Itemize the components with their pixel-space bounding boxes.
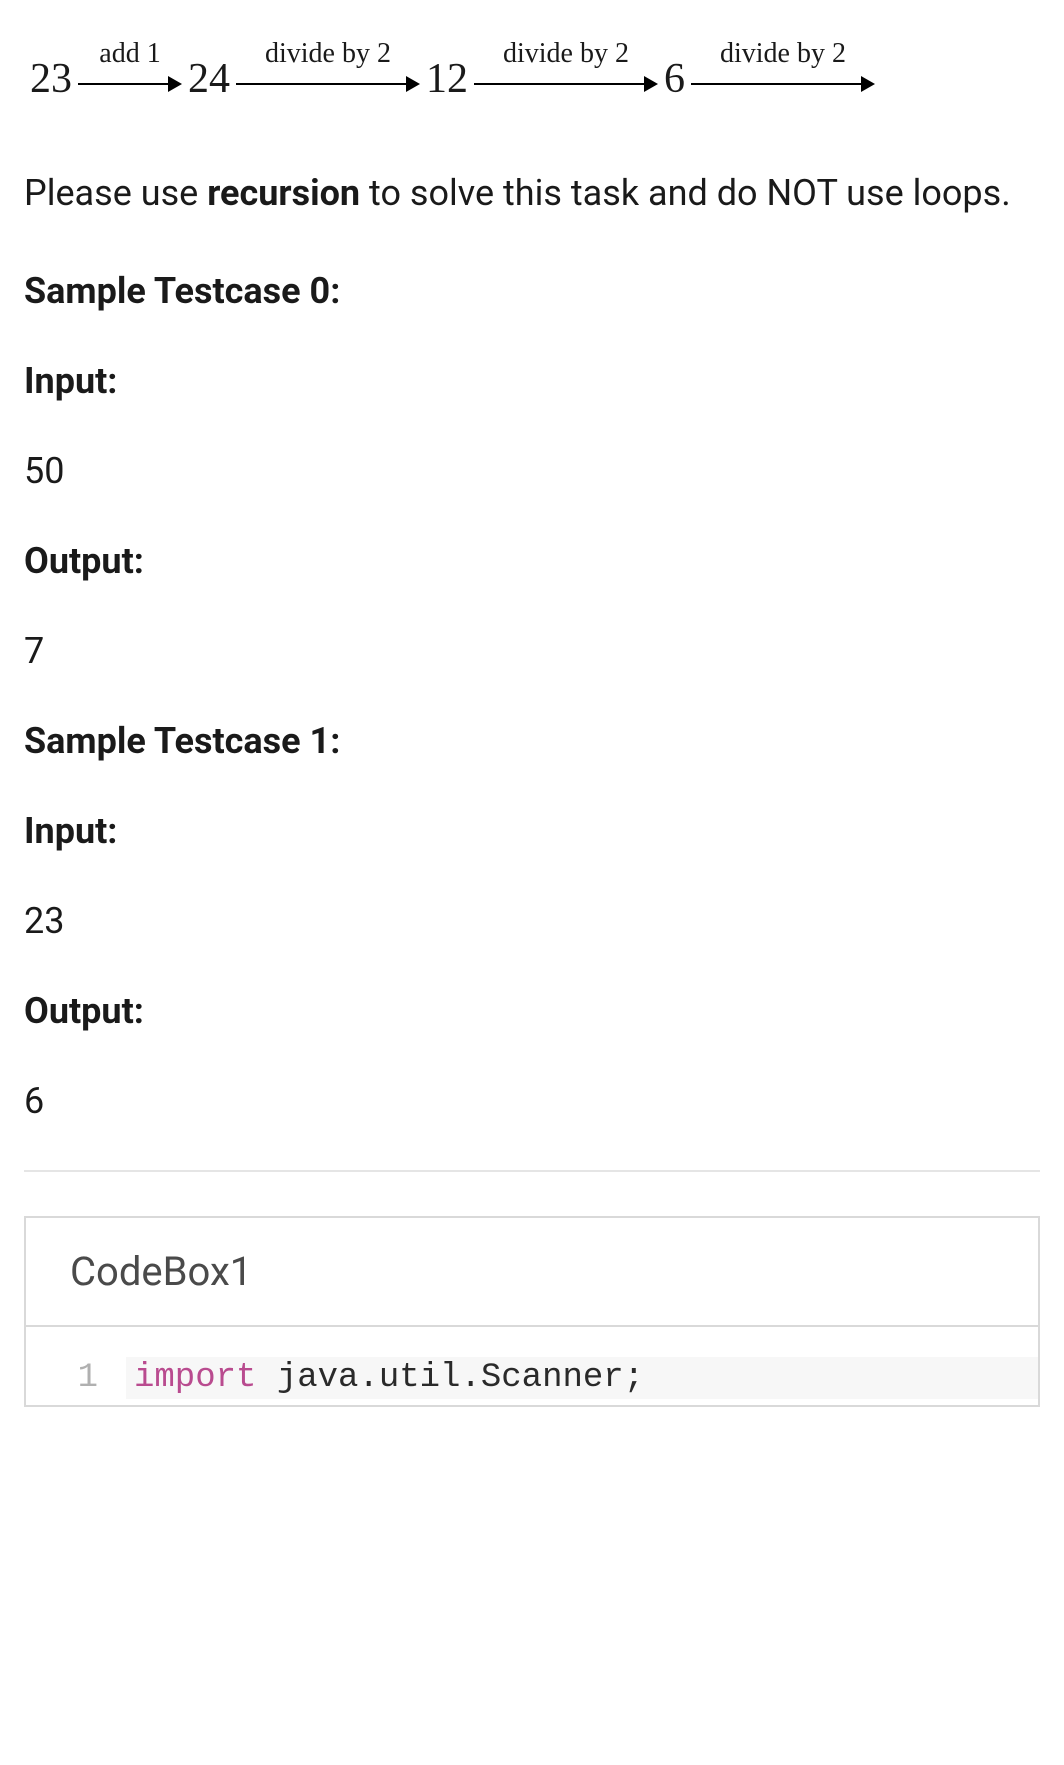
input-value: 50 [24,450,1040,492]
arrow-icon [474,74,658,94]
testcase-title: Sample Testcase 0: [24,270,1040,312]
diagram-value: 6 [658,58,691,106]
code-line: 1 import java.util.Scanner; [26,1357,1038,1405]
instruction-suffix: to solve this task and do NOT use loops. [360,172,1011,214]
arrow-icon [78,74,182,94]
output-label: Output: [24,990,1040,1032]
arrow-icon [236,74,420,94]
codebox-title: CodeBox1 [26,1218,1038,1327]
line-number: 1 [26,1359,126,1397]
sequence-diagram: 23 add 1 24 divide by 2 12 divide by 2 6… [24,40,1040,106]
arrow-step: divide by 2 [236,40,420,106]
code-content: import java.util.Scanner; [126,1357,1038,1399]
input-label: Input: [24,810,1040,852]
diagram-value: 23 [24,58,78,106]
instruction-text: Please use recursion to solve this task … [24,166,1040,222]
input-value: 23 [24,900,1040,942]
testcase-title: Sample Testcase 1: [24,720,1040,762]
arrow-step: add 1 [78,40,182,106]
diagram-value: 12 [420,58,474,106]
input-label: Input: [24,360,1040,402]
arrow-label: divide by 2 [265,40,391,68]
diagram-value: 24 [182,58,236,106]
arrow-label: divide by 2 [720,40,846,68]
code-box: CodeBox1 1 import java.util.Scanner; [24,1216,1040,1407]
arrow-step: divide by 2 [691,40,875,106]
arrow-step: divide by 2 [474,40,658,106]
section-divider [24,1170,1040,1172]
code-editor[interactable]: 1 import java.util.Scanner; [26,1327,1038,1405]
output-value: 7 [24,630,1040,672]
output-value: 6 [24,1080,1040,1122]
arrow-label: add 1 [99,40,160,68]
arrow-label: divide by 2 [503,40,629,68]
output-label: Output: [24,540,1040,582]
instruction-emphasis: recursion [207,172,360,214]
keyword-import: import [134,1359,256,1397]
arrow-icon [691,74,875,94]
code-rest: java.util.Scanner; [256,1359,644,1397]
instruction-prefix: Please use [24,172,207,214]
